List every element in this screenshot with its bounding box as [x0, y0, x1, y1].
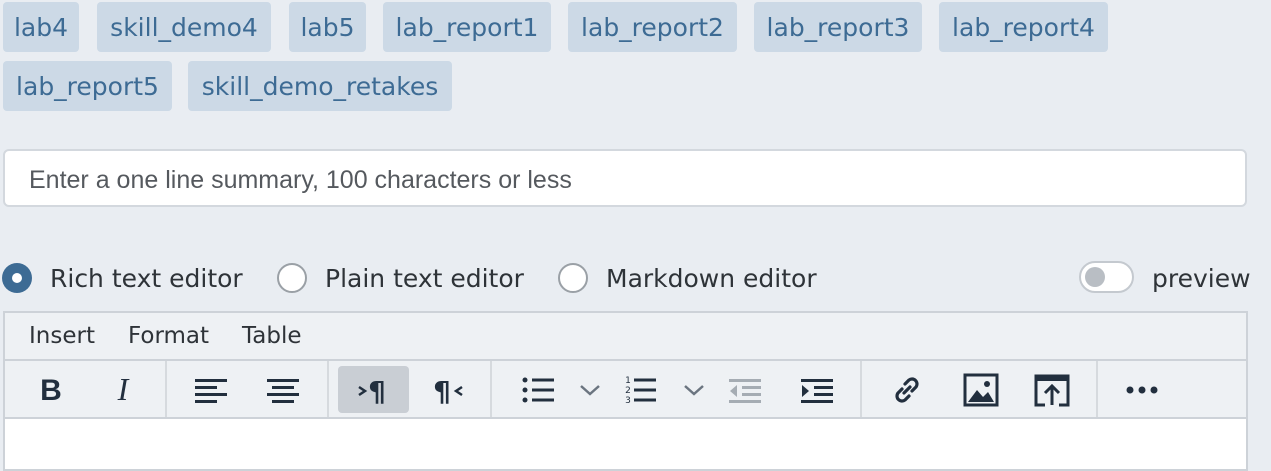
preview-toggle[interactable] [1079, 261, 1134, 293]
svg-text:3: 3 [625, 396, 631, 405]
align-left-icon[interactable] [189, 366, 233, 413]
italic-icon[interactable]: I [101, 366, 145, 413]
editor-toolbar: B I ¶ ¶ 123 [5, 361, 1246, 419]
tag-item[interactable]: lab5 [289, 2, 366, 52]
svg-text:¶: ¶ [368, 375, 386, 405]
embed-icon[interactable] [1030, 366, 1074, 413]
tag-item[interactable]: lab_report3 [754, 2, 922, 52]
svg-text:1: 1 [625, 376, 631, 386]
plain-text-option[interactable]: Plain text editor [277, 258, 524, 298]
menu-insert[interactable]: Insert [29, 323, 95, 349]
editor-menubar: Insert Format Table [5, 313, 1246, 361]
outdent-icon[interactable] [723, 366, 767, 413]
plain-text-label: Plain text editor [325, 263, 524, 293]
svg-text:2: 2 [625, 386, 631, 396]
numbered-list-icon[interactable]: 123 [619, 366, 663, 413]
ltr-icon[interactable]: ¶ [338, 366, 409, 413]
tag-item[interactable]: lab_report2 [568, 2, 737, 52]
summary-input[interactable]: Enter a one line summary, 100 characters… [3, 149, 1247, 207]
menu-table[interactable]: Table [242, 323, 301, 349]
plain-text-radio[interactable] [277, 263, 307, 293]
chevron-down-icon[interactable] [683, 366, 705, 413]
toggle-knob [1085, 267, 1105, 287]
toolbar-separator [860, 361, 862, 417]
toolbar-separator [327, 361, 329, 417]
bold-icon[interactable]: B [29, 366, 73, 413]
toolbar-separator [165, 361, 167, 417]
svg-text:I: I [117, 376, 130, 404]
chevron-down-icon[interactable] [579, 366, 601, 413]
bullet-list-icon[interactable] [517, 366, 561, 413]
preview-label: preview [1152, 264, 1251, 293]
toolbar-separator [1096, 361, 1098, 417]
markdown-label: Markdown editor [606, 263, 817, 293]
rich-text-radio[interactable] [2, 263, 32, 293]
tag-item[interactable]: lab4 [3, 2, 79, 52]
rich-text-editor: Insert Format Table B I ¶ ¶ 1 2 3 [3, 311, 1248, 471]
svg-text:B: B [40, 376, 62, 404]
align-center-icon[interactable] [261, 366, 305, 413]
svg-text:¶: ¶ [433, 375, 451, 405]
tag-item[interactable]: lab_report4 [939, 2, 1108, 52]
tag-item[interactable]: lab_report1 [383, 2, 551, 52]
markdown-radio[interactable] [558, 263, 588, 293]
rich-text-option[interactable]: Rich text editor [2, 258, 243, 298]
tag-item[interactable]: skill_demo_retakes [188, 61, 452, 111]
image-icon[interactable] [959, 366, 1003, 413]
toolbar-separator [490, 361, 492, 417]
link-icon[interactable] [885, 366, 929, 413]
rtl-icon[interactable]: ¶ [425, 366, 469, 413]
markdown-option[interactable]: Markdown editor [558, 258, 817, 298]
tag-item[interactable]: lab_report5 [3, 61, 172, 111]
rich-text-label: Rich text editor [50, 263, 243, 293]
tag-item[interactable]: skill_demo4 [97, 2, 271, 52]
indent-icon[interactable] [795, 366, 839, 413]
more-icon[interactable] [1120, 366, 1164, 413]
menu-format[interactable]: Format [128, 323, 209, 349]
